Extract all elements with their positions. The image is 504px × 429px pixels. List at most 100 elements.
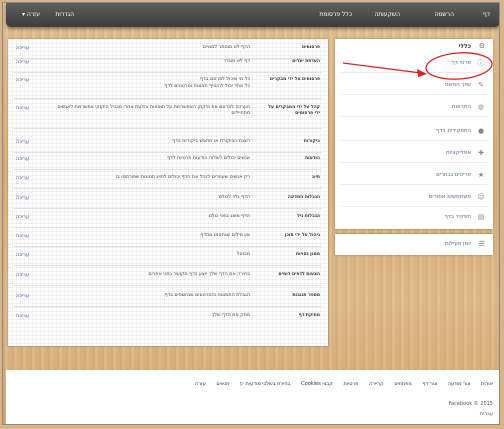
person-icon: ● [477,127,485,135]
row-label: ניהול על ידי תוכן [284,233,320,238]
row-divider [14,227,322,228]
edit-link[interactable]: עריכה [16,313,29,319]
edit-link[interactable]: עריכה [16,139,29,145]
settings-row-similar-pages: הצעות לדפים דומים בחירה אם הדף שלך יוצע … [8,272,328,286]
settings-row-replies: מספר תגובות הגבלת התמונות והסרטונים שנחש… [8,293,328,307]
row-value: מבוטל [236,252,250,257]
row-value: הדף גלוי לכולם [218,195,250,200]
row-label: מסנן גסויות [295,252,320,257]
general-settings-panel: פרסומים הדף לא מוסתר למנויים עריכה העדפת… [8,39,328,346]
row-label: תיוג [312,175,320,180]
settings-row-tagging: תיוג רק אנשים שעוזרים לנהל את הדף יכולים… [8,175,328,189]
settings-row-targeting: העדפת יעדים דף לא מוגדר עריכה [8,59,328,73]
row-label: ביקורות [303,139,320,144]
sidebar-item-roles[interactable]: ● התפקידים בדף [335,123,493,141]
nav-publishing-tools[interactable]: כלל פרסומת [319,11,352,18]
footer-link-create-page[interactable]: צור דף [422,381,437,387]
edit-link[interactable]: עריכה [16,156,29,162]
star-icon: ★ [477,171,485,179]
divider [341,94,487,95]
nav-settings[interactable]: הגדרות [55,11,74,18]
row-divider [14,188,322,189]
activity-log-label: יומן פעילות [444,241,471,247]
edit-link[interactable]: עריכה [16,77,29,83]
sidebar-item-label: פריטים נבחרים [436,172,471,178]
edit-link[interactable]: עריכה [16,175,29,181]
settings-sidebar: ⚙ כללי ⓘ פרטי דף ✎ שיוך המשט ◍ התראות ● … [335,39,493,229]
nav-page[interactable]: דף [483,11,490,18]
nav-insights[interactable]: השקעותה [374,11,400,18]
row-label: העדפת יעדים [292,59,320,64]
sidebar-item-label: התראות [451,104,471,110]
list-icon: ☰ [478,240,485,248]
row-divider [14,306,322,307]
sidebar-title[interactable]: כללי [459,43,471,50]
sidebar-item-page-role[interactable]: ▤ תפקיד בדף [335,209,493,227]
puzzle-icon: ✚ [478,149,484,157]
row-label: קהל על ידי המבקרים על ידי פרסומים [268,105,320,116]
row-divider [14,265,322,266]
row-label: הודעות [305,156,320,161]
row-value: בחירה אם הדף שלך יוצע כדף מקושר בפני אחר… [148,272,250,277]
settings-row-reviews: ביקורות הצגת הביקורת או מחפש ביקורות בדף… [8,139,328,153]
sidebar-item-page-roles[interactable]: ✎ שיוך המשט [335,77,493,95]
edit-link[interactable]: עריכה [16,59,29,65]
activity-log-box[interactable]: ☰ יומן פעילות [335,234,493,255]
row-label: פרסומים על ידי מבקרים [269,77,320,82]
sidebar-item-banned-users[interactable]: ☺ משתמשים אסורים [335,189,493,207]
row-divider [14,72,322,73]
edit-link[interactable]: עריכה [16,105,29,111]
row-divider [14,246,322,247]
edit-link[interactable]: עריכה [16,45,29,51]
globe-icon: ◍ [477,103,485,111]
edit-link[interactable]: עריכה [16,252,29,258]
footer-link-about[interactable]: אודות [481,381,493,387]
row-divider [14,169,322,170]
settings-row-moderation: ניהול על ידי תוכן אין מילים שנחסמו מהדף … [8,233,328,247]
divider [341,116,487,117]
nav-help[interactable]: עזרה ▾ [22,11,40,18]
copyright: Facebook © 2015 [448,401,493,407]
edit-link[interactable]: עריכה [16,214,29,220]
divider [341,162,487,163]
edit-link[interactable]: עריכה [16,233,29,239]
row-value: הערכת לפרסם את היקוק האפשרויות על תוספות… [57,105,250,116]
window-frame: דף הרשמה השקעותה כלל פרסומת הגדרות עזרה … [2,2,500,425]
sidebar-item-label: פרטי דף [451,60,471,66]
sidebar-item-apps[interactable]: ✚ אפליקציות [335,145,493,163]
language-link[interactable]: עברית [480,411,493,417]
row-value: הדף מוצג בפני כולם [208,214,250,219]
top-navigation-bar: דף הרשמה השקעותה כלל פרסומת הגדרות עזרה … [6,3,499,27]
footer-link-terms[interactable]: תנאים [216,381,229,387]
sidebar-item-label: שיוך המשט [444,82,471,88]
edit-link[interactable]: עריכה [16,293,29,299]
footer-links: אודות צור מודעה צור דף מפתחים קריירה פרט… [186,381,493,387]
settings-row-visitor-posts: פרסומים על ידי מבקרים כל מי שיכול לפרסם … [8,77,328,99]
sidebar-item-featured[interactable]: ★ פריטים נבחרים [335,167,493,185]
sidebar-item-notifications[interactable]: ◍ התראות [335,99,493,117]
nav-notifications[interactable]: הרשמה [434,11,454,18]
sidebar-item-page-info[interactable]: ⓘ פרטי דף [335,55,493,73]
row-divider [14,152,322,153]
divider [341,72,487,73]
footer-link-adchoices[interactable]: בחירת בשלבי מודעות ▷ [240,381,291,387]
row-divider [14,98,322,99]
people-icon: ☺ [477,193,485,201]
divider [341,140,487,141]
footer-link-help[interactable]: עזרה [195,381,206,387]
settings-row-remove-page: מחיקת דף מחק את הדף שלך עריכה [8,313,328,327]
row-value: הגבלת התמונות והסרטונים שנחשפים בדף [164,293,250,298]
footer-link-careers[interactable]: קריירה [369,381,384,387]
edit-link[interactable]: עריכה [16,272,29,278]
edit-icon: ✎ [478,81,484,89]
row-label: הצעות לדפים דומים [278,272,320,277]
footer-link-create-ad[interactable]: צור מודעה [448,381,471,387]
row-value: מחק את הדף שלך [211,313,250,318]
footer-link-privacy[interactable]: פרטיות [343,381,358,387]
row-label: מחיקת דף [298,313,320,318]
row-value: אנשים יכולים לשלוח הודעות פרטיות לדף [167,156,250,161]
footer-link-developers[interactable]: מפתחים [394,381,412,387]
settings-row-profanity-filter: מסנן גסויות מבוטל עריכה [8,252,328,266]
footer-link-cookies[interactable]: קבצי Cookies [301,381,333,387]
edit-link[interactable]: עריכה [16,195,29,201]
